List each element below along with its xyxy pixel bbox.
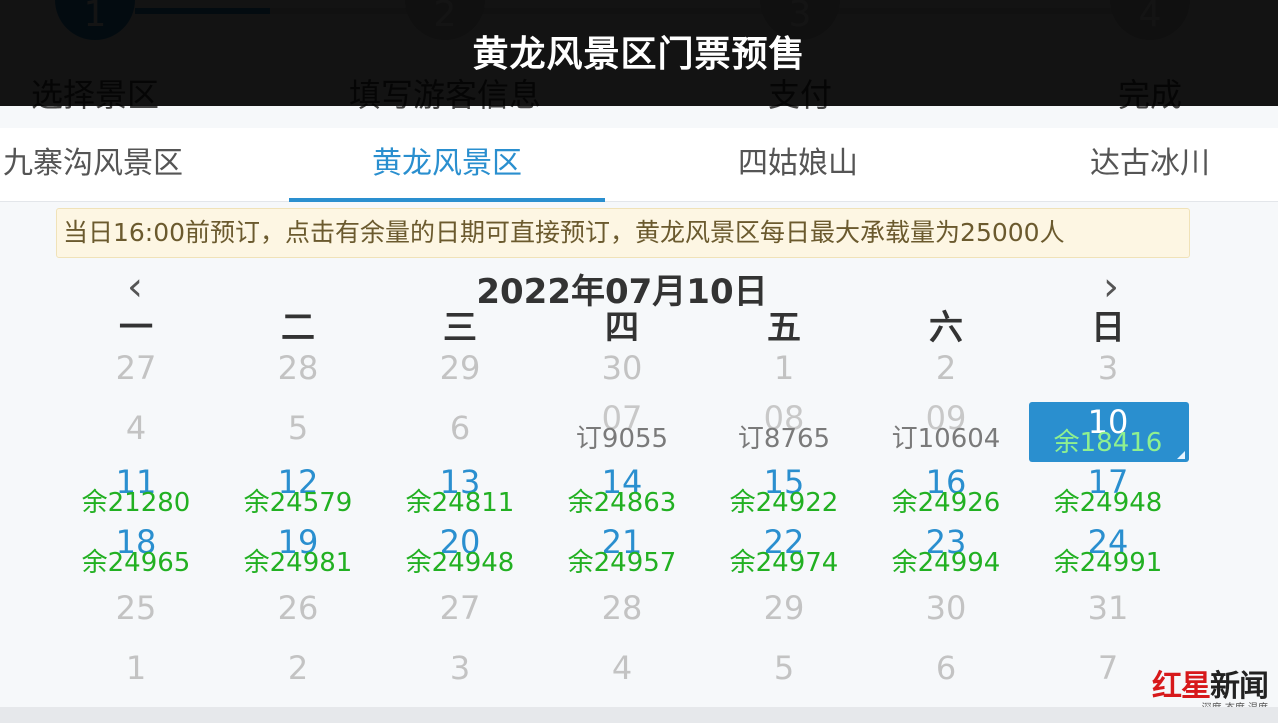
calendar-day[interactable]: 14 余24863 bbox=[541, 462, 703, 522]
calendar-day: 30 bbox=[541, 342, 703, 402]
calendar-day[interactable]: 16 余24926 bbox=[865, 462, 1027, 522]
day-number: 5 bbox=[287, 409, 309, 447]
calendar-day: 07 订9055 bbox=[541, 399, 703, 462]
remaining-count: 余24922 bbox=[729, 488, 839, 518]
calendar-day: 6 bbox=[865, 642, 1027, 702]
calendar-day: 31 bbox=[1027, 582, 1189, 642]
calendar-day[interactable]: 15 余24922 bbox=[703, 462, 865, 522]
day-number: 4 bbox=[125, 409, 147, 447]
calendar-day: 27 bbox=[379, 582, 541, 642]
day-number: 27 bbox=[439, 589, 481, 627]
day-number: 28 bbox=[601, 589, 643, 627]
calendar-day[interactable]: 10 余18416 bbox=[1027, 402, 1189, 462]
calendar-day[interactable]: 24 余24991 bbox=[1027, 522, 1189, 582]
calendar-day: 27 bbox=[55, 342, 217, 402]
day-number: 4 bbox=[611, 649, 633, 687]
day-number: 27 bbox=[115, 349, 157, 387]
calendar-day: 5 bbox=[217, 402, 379, 462]
day-number: 25 bbox=[115, 589, 157, 627]
remaining-count: 余24811 bbox=[405, 488, 515, 518]
calendar-day: 5 bbox=[703, 642, 865, 702]
calendar-day: 25 bbox=[55, 582, 217, 642]
day-number: 2 bbox=[935, 349, 957, 387]
calendar-day[interactable]: 23 余24994 bbox=[865, 522, 1027, 582]
day-number: 31 bbox=[1087, 589, 1129, 627]
calendar-day: 08 订8765 bbox=[703, 399, 865, 462]
page-title: 黄龙风景区门票预售 bbox=[472, 34, 806, 75]
day-number: 29 bbox=[763, 589, 805, 627]
calendar-day[interactable]: 22 余24974 bbox=[703, 522, 865, 582]
calendar-day: 29 bbox=[379, 342, 541, 402]
calendar-day[interactable]: 17 余24948 bbox=[1027, 462, 1189, 522]
tab-siguniangshan[interactable]: 四姑娘山 bbox=[640, 128, 956, 202]
day-number: 6 bbox=[935, 649, 957, 687]
day-number: 28 bbox=[277, 349, 319, 387]
remaining-count: 余24926 bbox=[891, 488, 1001, 518]
calendar-day: 1 bbox=[55, 642, 217, 702]
calendar-day: 2 bbox=[865, 342, 1027, 402]
day-number: 30 bbox=[601, 349, 643, 387]
day-number: 6 bbox=[449, 409, 471, 447]
remaining-count: 余24991 bbox=[1053, 548, 1163, 578]
header-bar: 黄龙风景区门票预售 bbox=[0, 0, 1278, 106]
calendar-day: 09 订10604 bbox=[865, 399, 1027, 462]
day-number: 3 bbox=[449, 649, 471, 687]
watermark-logo: 红星新闻 深度 态度 温度 bbox=[1143, 661, 1269, 714]
tab-huanglong[interactable]: 黄龙风景区 bbox=[289, 128, 605, 202]
day-number: 1 bbox=[773, 349, 795, 387]
calendar-day: 2 bbox=[217, 642, 379, 702]
calendar-day: 28 bbox=[217, 342, 379, 402]
calendar-day: 3 bbox=[1027, 342, 1189, 402]
day-number: 3 bbox=[1097, 349, 1119, 387]
day-number: 1 bbox=[125, 649, 147, 687]
calendar-day[interactable]: 11 余21280 bbox=[55, 462, 217, 522]
calendar-day: 4 bbox=[55, 402, 217, 462]
bottom-bar bbox=[0, 707, 1278, 723]
remaining-count: 余24994 bbox=[891, 548, 1001, 578]
calendar-day: 30 bbox=[865, 582, 1027, 642]
next-month-arrow-icon[interactable]: › bbox=[1094, 267, 1128, 307]
tab-dagu-glacier[interactable]: 达古冰川 bbox=[992, 128, 1278, 202]
scenic-tabs: 九寨沟风景区 黄龙风景区 四姑娘山 达古冰川 bbox=[0, 128, 1278, 202]
calendar-day[interactable]: 13 余24811 bbox=[379, 462, 541, 522]
calendar-day[interactable]: 12 余24579 bbox=[217, 462, 379, 522]
booked-count: 订9055 bbox=[575, 424, 669, 454]
calendar-day: 3 bbox=[379, 642, 541, 702]
day-number: 29 bbox=[439, 349, 481, 387]
calendar-day: 1 bbox=[703, 342, 865, 402]
remaining-count: 余24965 bbox=[81, 548, 191, 578]
calendar-day: 29 bbox=[703, 582, 865, 642]
remaining-count: 余24863 bbox=[567, 488, 677, 518]
calendar-day: 4 bbox=[541, 642, 703, 702]
calendar-day[interactable]: 20 余24948 bbox=[379, 522, 541, 582]
calendar-grid: 27 28 29 30 1 2 3 4 5 6 07 订9055 08 订8765 09 订10604 10 余1… bbox=[55, 342, 1189, 702]
day-number: 26 bbox=[277, 589, 319, 627]
day-number: 2 bbox=[287, 649, 309, 687]
remaining-count: 余24579 bbox=[243, 488, 353, 518]
remaining-count: 余24974 bbox=[729, 548, 839, 578]
booked-count: 订8765 bbox=[737, 424, 831, 454]
booked-count: 订10604 bbox=[891, 424, 1001, 454]
remaining-count: 余24948 bbox=[405, 548, 515, 578]
calendar-day[interactable]: 21 余24957 bbox=[541, 522, 703, 582]
calendar-day: 6 bbox=[379, 402, 541, 462]
day-number: 30 bbox=[925, 589, 967, 627]
calendar-day: 26 bbox=[217, 582, 379, 642]
remaining-count: 余21280 bbox=[81, 488, 191, 518]
calendar-day[interactable]: 18 余24965 bbox=[55, 522, 217, 582]
remaining-count: 余24981 bbox=[243, 548, 353, 578]
day-number: 5 bbox=[773, 649, 795, 687]
calendar-day: 28 bbox=[541, 582, 703, 642]
remaining-count: 余24957 bbox=[567, 548, 677, 578]
remaining-count: 余24948 bbox=[1053, 488, 1163, 518]
tab-jiuzhaigou[interactable]: 九寨沟风景区 bbox=[0, 128, 251, 202]
page: 1 选择景区 2 填写游客信息 3 支付 4 完成 黄龙风景区门票预售 九寨沟风… bbox=[0, 0, 1278, 723]
booking-notice: 当日16:00前预订，点击有余量的日期可直接预订，黄龙风景区每日最大承载量为25… bbox=[56, 208, 1190, 258]
remaining-count: 余18416 bbox=[1053, 428, 1163, 458]
calendar-day[interactable]: 19 余24981 bbox=[217, 522, 379, 582]
